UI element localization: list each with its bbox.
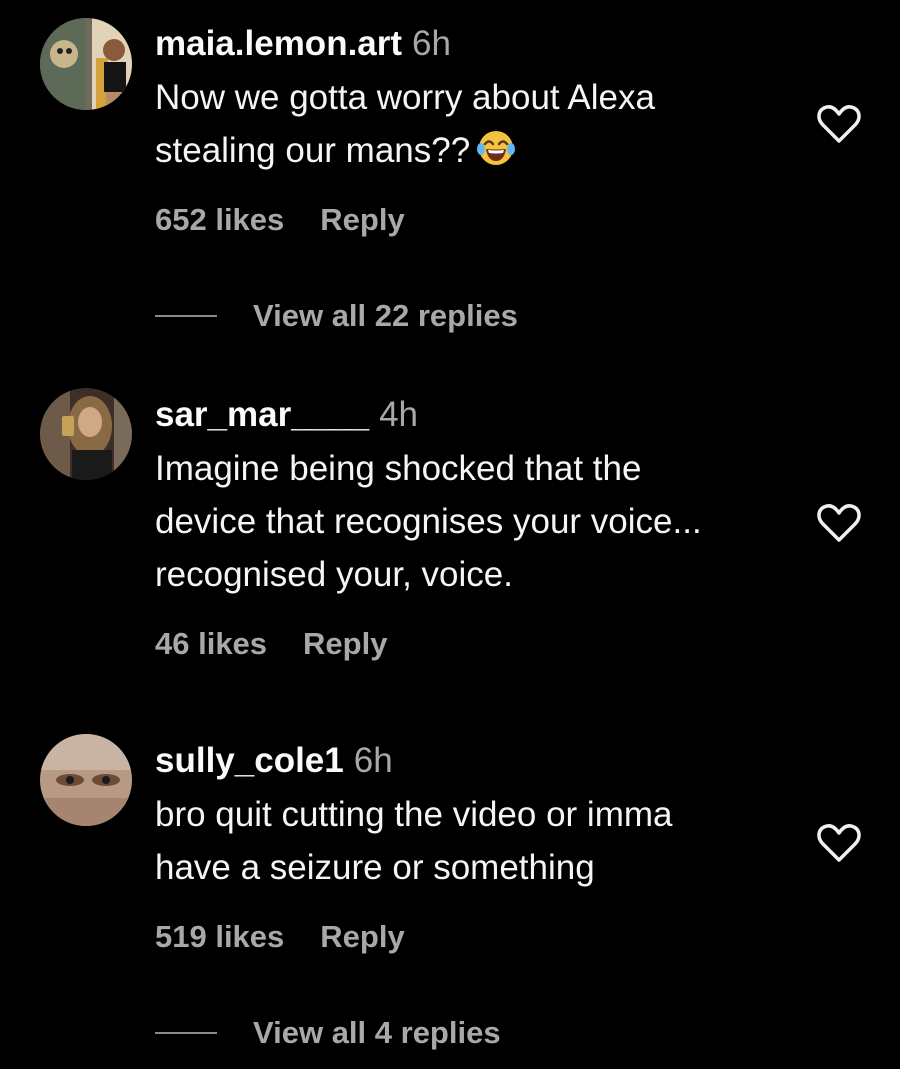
comment-text: Imagine being shocked that the device th… [155, 442, 795, 601]
comment-text: Now we gotta worry about Alexa stealing … [155, 71, 795, 183]
comment-text: bro quit cutting the video or imma have … [155, 788, 795, 894]
comment-actions: 46 likes Reply [155, 626, 423, 662]
view-replies-button[interactable]: View all 4 replies [155, 1015, 501, 1051]
likes-count[interactable]: 652 likes [155, 202, 284, 237]
reply-button[interactable]: Reply [320, 202, 404, 237]
face-with-tears-of-joy-icon [476, 128, 516, 183]
comment-line: recognised your, voice. [155, 555, 513, 594]
comment-line: device that recognises your voice... [155, 502, 702, 541]
view-replies-label[interactable]: View all 22 replies [253, 298, 518, 334]
reply-button[interactable]: Reply [303, 626, 387, 661]
timestamp: 6h [412, 24, 451, 63]
avatar[interactable] [40, 388, 132, 480]
likes-count[interactable]: 46 likes [155, 626, 267, 661]
timestamp: 6h [353, 741, 393, 780]
view-replies-label[interactable]: View all 4 replies [253, 1015, 501, 1051]
avatar[interactable] [40, 18, 132, 110]
divider [155, 315, 217, 317]
likes-count[interactable]: 519 likes [155, 919, 284, 954]
avatar[interactable] [40, 734, 132, 826]
heart-icon[interactable] [816, 502, 862, 544]
username[interactable]: sar_mar____ [155, 395, 369, 434]
timestamp: 4h [379, 395, 419, 434]
comment-line: Imagine being shocked that the [155, 449, 642, 488]
comment-actions: 652 likes Reply [155, 202, 441, 238]
comment-actions: 519 likes Reply [155, 919, 441, 955]
comment-line: bro quit cutting the video or imma [155, 795, 673, 834]
view-replies-button[interactable]: View all 22 replies [155, 298, 518, 334]
heart-icon[interactable] [816, 822, 862, 864]
username[interactable]: maia.lemon.art [155, 24, 402, 63]
username[interactable]: sully_cole1 [155, 741, 344, 780]
comment-line: stealing our mans?? [155, 131, 471, 170]
heart-icon[interactable] [816, 103, 862, 145]
divider [155, 1032, 217, 1034]
comment-line: have a seizure or something [155, 848, 595, 887]
comment-line: Now we gotta worry about Alexa [155, 78, 655, 117]
reply-button[interactable]: Reply [320, 919, 404, 954]
